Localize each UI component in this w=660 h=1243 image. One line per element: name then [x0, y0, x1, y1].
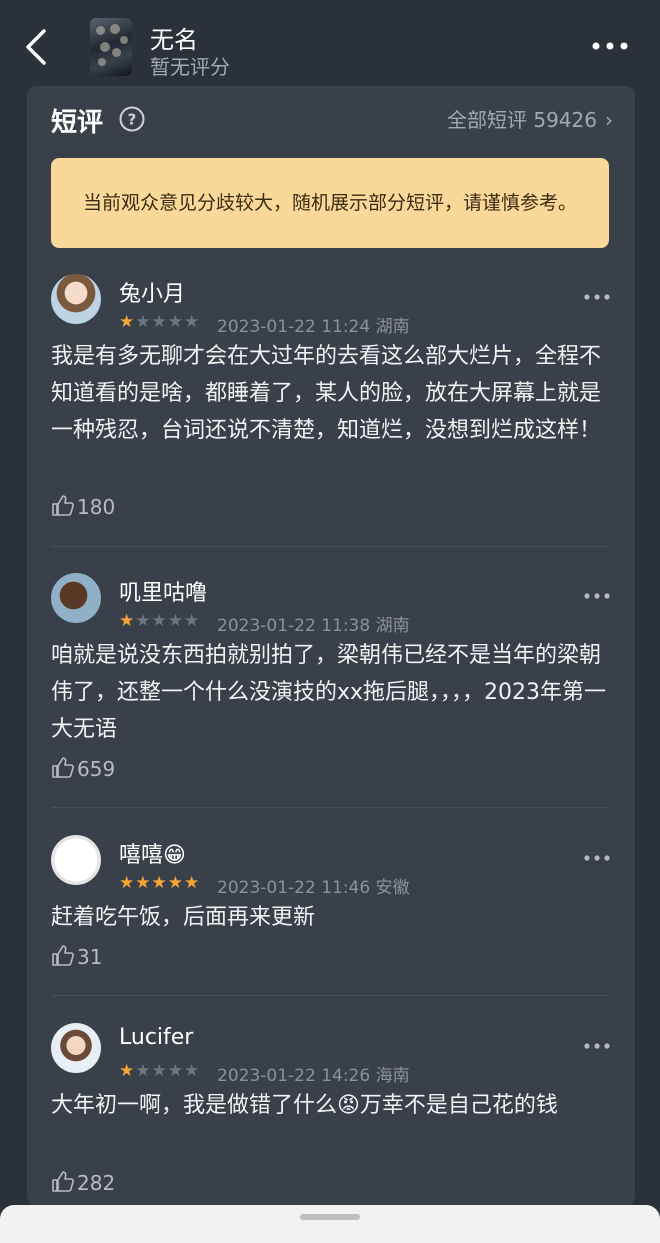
all-reviews-label: 全部短评 59426 [447, 108, 597, 132]
bottom-sheet[interactable] [0, 1205, 660, 1243]
review-text: 赶着吃午饭，后面再来更新 [51, 905, 316, 930]
star-rating: ★★★★★ [119, 312, 201, 332]
svg-text:?: ? [128, 111, 137, 129]
divider [51, 807, 609, 808]
avatar[interactable] [51, 1023, 101, 1073]
review-text: 大年初一啊，我是做错了什么😡万幸不是自己花的钱 [51, 1093, 558, 1118]
review-location: 湖南 [375, 616, 410, 636]
review-time: 2023-01-22 11:38 [217, 616, 371, 636]
more-options-icon[interactable] [590, 36, 630, 56]
like-count: 282 [77, 1171, 116, 1195]
chevron-right-icon: › [605, 108, 613, 132]
avatar[interactable] [51, 573, 101, 623]
movie-poster-thumbnail[interactable] [90, 18, 132, 76]
like-count: 180 [77, 495, 116, 519]
avatar[interactable] [51, 835, 101, 885]
divided-opinion-notice: 当前观众意见分歧较大，随机展示部分短评，请谨慎参考。 [51, 158, 609, 248]
review-time: 2023-01-22 11:24 [217, 317, 371, 337]
more-dots-icon[interactable] [583, 853, 611, 863]
review-text: 咱就是说没东西拍就别拍了，梁朝伟已经不是当年的梁朝伟了，还整一个什么没演技的xx… [51, 643, 607, 742]
review-text: 我是有多无聊才会在大过年的去看这么部大烂片，全程不知道看的是啥，都睡着了，某人的… [51, 344, 602, 443]
review-meta: 2023-01-22 11:38 湖南 [217, 611, 410, 636]
all-reviews-link[interactable]: 全部短评 59426 › [447, 104, 613, 133]
more-dots-icon[interactable] [583, 591, 611, 601]
review-username[interactable]: 嘻嘻😁 [119, 837, 186, 869]
review-time: 2023-01-22 14:26 [217, 1066, 371, 1086]
review-location: 湖南 [375, 317, 410, 337]
review-username[interactable]: 兔小月 [119, 276, 185, 308]
top-bar: 无名 暂无评分 [0, 0, 660, 86]
like-count: 31 [77, 945, 103, 969]
like-button[interactable]: 659 [51, 756, 115, 781]
thumbs-up-icon [52, 945, 74, 966]
review-meta: 2023-01-22 11:46 安徽 [217, 873, 410, 898]
movie-rating-status: 暂无评分 [150, 55, 230, 79]
movie-title: 无名 [150, 26, 198, 54]
notice-text: 当前观众意见分歧较大，随机展示部分短评，请谨慎参考。 [82, 192, 577, 214]
back-arrow-icon[interactable] [22, 28, 52, 66]
star-rating: ★★★★★ [119, 873, 201, 893]
review-location: 安徽 [375, 878, 410, 898]
drag-handle[interactable] [300, 1214, 360, 1220]
like-button[interactable]: 282 [51, 1170, 115, 1195]
star-rating: ★★★★★ [119, 1061, 201, 1081]
review-meta: 2023-01-22 11:24 湖南 [217, 312, 410, 337]
thumbs-up-icon [52, 757, 74, 778]
help-question-icon[interactable]: ? [119, 106, 145, 132]
like-button[interactable]: 180 [51, 494, 115, 519]
review-meta: 2023-01-22 14:26 海南 [217, 1061, 410, 1086]
divider [51, 546, 609, 547]
thumbs-up-icon [52, 1171, 74, 1192]
more-dots-icon[interactable] [583, 1041, 611, 1051]
review-username[interactable]: 叽里咕噜 [119, 575, 207, 607]
review-time: 2023-01-22 11:46 [217, 878, 371, 898]
thumbs-up-icon [52, 495, 74, 516]
divider [51, 995, 609, 996]
more-dots-icon[interactable] [583, 292, 611, 302]
like-count: 659 [77, 757, 116, 781]
star-rating: ★★★★★ [119, 611, 201, 631]
review-location: 海南 [375, 1066, 410, 1086]
section-title: 短评 [51, 108, 104, 138]
like-button[interactable]: 31 [51, 944, 102, 969]
short-reviews-panel: 短评 ? 全部短评 59426 › 当前观众意见分歧较大，随机展示部分短评，请谨慎… [27, 86, 635, 1206]
review-username[interactable]: Lucifer [119, 1025, 193, 1050]
avatar[interactable] [51, 274, 101, 324]
